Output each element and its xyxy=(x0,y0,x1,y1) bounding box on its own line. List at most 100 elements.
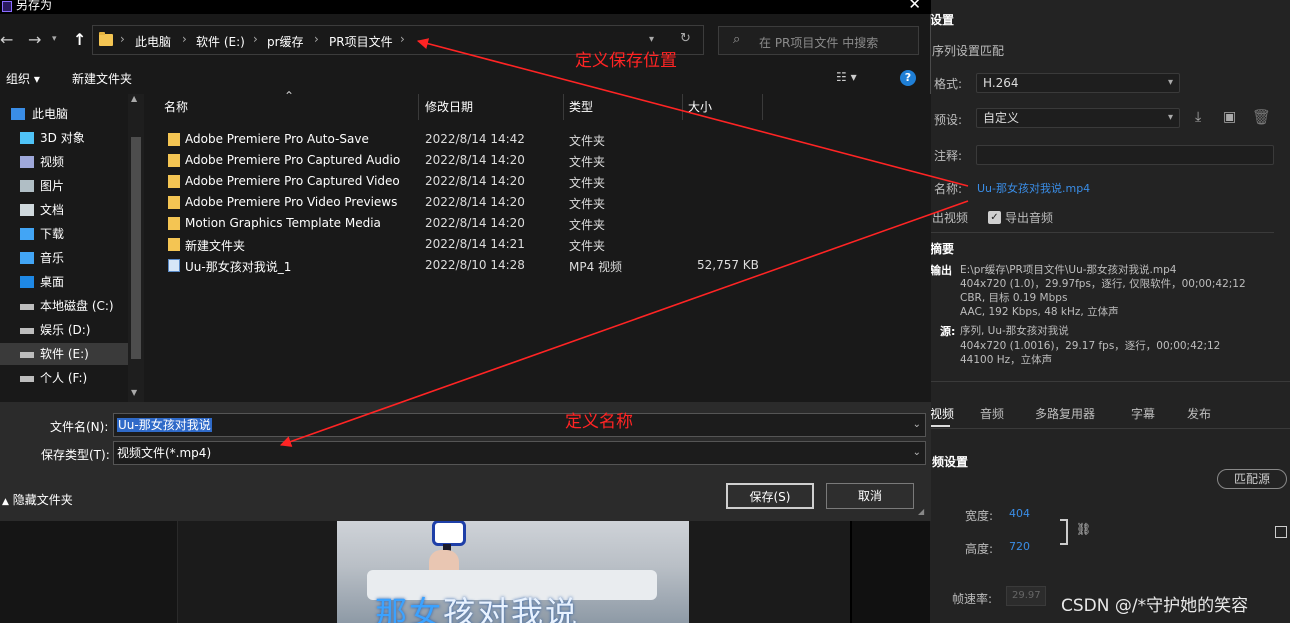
search-input[interactable]: ⌕ 在 PR项目文件 中搜索 xyxy=(718,26,919,55)
recent-chevron-icon[interactable]: ▾ xyxy=(52,34,57,44)
column-header-type[interactable]: 类型 xyxy=(565,94,683,120)
export-settings-panel: 设置 序列设置匹配 格式: H.264 ▾ 预设: 自定义 ▾ ⤓ ▣ 🗑 注释: … xyxy=(930,0,1290,623)
sidebar-item[interactable]: 桌面 xyxy=(0,271,128,293)
filetype-label: 保存类型(T): xyxy=(41,448,110,462)
tab-publish[interactable]: 发布 xyxy=(1187,405,1211,422)
search-icon: ⌕ xyxy=(733,32,741,47)
sidebar-item-label: 桌面 xyxy=(40,275,65,289)
save-preset-icon[interactable]: ▣ xyxy=(1223,109,1236,125)
breadcrumb-pr-project[interactable]: PR项目文件 xyxy=(329,33,393,50)
width-value[interactable]: 404 xyxy=(1009,507,1030,520)
import-preset-icon[interactable]: ⤓ xyxy=(1195,109,1201,125)
scroll-up-icon[interactable]: ▲ xyxy=(131,94,137,103)
file-name: Uu-那女孩对我说_1 xyxy=(185,260,292,274)
export-audio-checkbox[interactable]: ✓ xyxy=(988,211,1001,224)
format-dropdown[interactable]: H.264 ▾ xyxy=(976,73,1180,93)
file-row[interactable]: 新建文件夹 2022/8/14 14:21 文件夹 xyxy=(146,234,931,255)
file-row[interactable]: Adobe Premiere Pro Video Previews 2022/8/… xyxy=(146,192,931,213)
new-folder-button[interactable]: 新建文件夹 xyxy=(72,70,132,87)
tab-video[interactable]: 视频 xyxy=(930,405,954,422)
save-as-dialog: 另存为 ✕ ← → ▾ ↑ › 此电脑 › 软件 (E:) › pr缓存 › P… xyxy=(0,0,931,521)
refresh-icon[interactable]: ↻ xyxy=(680,31,691,46)
back-icon[interactable]: ← xyxy=(0,30,13,49)
source-summary-line: 44100 Hz，立体声 xyxy=(960,354,1053,366)
file-row[interactable]: Motion Graphics Template Media 2022/8/14 … xyxy=(146,213,931,234)
save-button[interactable]: 保存(S) xyxy=(726,483,814,509)
hide-folders-toggle[interactable]: ▲ 隐藏文件夹 xyxy=(2,491,73,508)
file-name: Adobe Premiere Pro Video Previews xyxy=(185,195,398,209)
file-date: 2022/8/14 14:20 xyxy=(425,195,525,209)
folder-icon xyxy=(99,32,113,46)
chevron-down-icon[interactable]: ⌄ xyxy=(913,442,921,464)
sidebar-item[interactable]: 下载 xyxy=(0,223,128,245)
column-header-date[interactable]: 修改日期 xyxy=(421,94,564,120)
tab-captions[interactable]: 字幕 xyxy=(1131,405,1155,422)
chevron-right-icon[interactable]: › xyxy=(120,32,125,46)
sidebar-item[interactable]: 视频 xyxy=(0,151,128,173)
up-icon[interactable]: ↑ xyxy=(73,30,86,49)
trash-icon[interactable]: 🗑 xyxy=(1252,108,1271,126)
sidebar-item[interactable]: 图片 xyxy=(0,175,128,197)
chevron-right-icon[interactable]: › xyxy=(314,32,319,46)
file-type: 文件夹 xyxy=(569,176,606,190)
comment-field[interactable] xyxy=(976,145,1274,165)
file-row[interactable]: Adobe Premiere Pro Auto-Save 2022/8/14 14… xyxy=(146,129,931,150)
breadcrumb-this-pc[interactable]: 此电脑 xyxy=(135,33,171,50)
sidebar-item[interactable]: 3D 对象 xyxy=(0,127,128,149)
sidebar-item-label: 软件 (E:) xyxy=(40,347,89,361)
file-row[interactable]: Adobe Premiere Pro Captured Video 2022/8/… xyxy=(146,171,931,192)
close-icon[interactable]: ✕ xyxy=(908,0,921,13)
framerate-field[interactable]: 29.97 xyxy=(1006,586,1046,606)
column-header-name[interactable]: 名称 xyxy=(160,94,419,120)
help-icon[interactable]: ? xyxy=(900,70,916,86)
folder-icon xyxy=(168,133,180,146)
height-value[interactable]: 720 xyxy=(1009,540,1030,553)
chevron-down-icon[interactable]: ▾ xyxy=(649,34,654,45)
nav-scrollbar[interactable]: ▲ ▼ xyxy=(128,94,144,402)
resize-grip-icon[interactable]: ◢ xyxy=(918,507,924,516)
sidebar-item[interactable]: 软件 (E:) xyxy=(0,343,128,365)
sidebar-item[interactable]: 本地磁盘 (C:) xyxy=(0,295,128,317)
view-options-icon[interactable]: ☷ ▾ xyxy=(836,70,857,84)
divider xyxy=(930,232,1274,233)
cancel-button[interactable]: 取消 xyxy=(826,483,914,509)
chevron-right-icon[interactable]: › xyxy=(182,32,187,46)
aspect-checkbox[interactable] xyxy=(1275,526,1287,538)
chevron-right-icon[interactable]: › xyxy=(253,32,258,46)
height-label: 高度: xyxy=(965,542,994,556)
width-label: 宽度: xyxy=(965,509,994,523)
organize-menu[interactable]: 组织 ▾ xyxy=(6,70,40,87)
sidebar-item[interactable]: 个人 (F:) xyxy=(0,367,128,389)
tab-audio[interactable]: 音频 xyxy=(980,405,1004,422)
sidebar-item[interactable]: 音乐 xyxy=(0,247,128,269)
video-icon xyxy=(20,156,34,168)
file-list: ⌃ 名称 修改日期 类型 大小 Adobe Premiere Pro Auto-… xyxy=(146,89,931,402)
folder-icon xyxy=(168,238,180,251)
tab-multiplexer[interactable]: 多路复用器 xyxy=(1035,405,1095,422)
file-row[interactable]: Adobe Premiere Pro Captured Audio 2022/8/… xyxy=(146,150,931,171)
chain-link-icon[interactable]: ⛓ xyxy=(1076,522,1094,538)
scroll-thumb[interactable] xyxy=(131,137,141,359)
chevron-right-icon[interactable]: › xyxy=(400,32,405,46)
output-name-label: 名称: xyxy=(934,182,963,196)
filename-field[interactable]: Uu-那女孩对我说 ⌄ xyxy=(113,413,926,437)
sidebar-item[interactable]: 娱乐 (D:) xyxy=(0,319,128,341)
chevron-down-icon[interactable]: ⌄ xyxy=(913,414,921,436)
scroll-down-icon[interactable]: ▼ xyxy=(131,388,137,397)
preset-dropdown[interactable]: 自定义 ▾ xyxy=(976,108,1180,128)
filetype-dropdown[interactable]: 视频文件(*.mp4) ⌄ xyxy=(113,441,926,465)
sidebar-item[interactable]: 文档 xyxy=(0,199,128,221)
column-header-size[interactable]: 大小 xyxy=(684,94,763,120)
breadcrumb-drive-e[interactable]: 软件 (E:) xyxy=(196,33,245,50)
match-sequence-label[interactable]: 序列设置匹配 xyxy=(932,42,1004,59)
breadcrumb-pr-cache[interactable]: pr缓存 xyxy=(267,33,304,50)
forward-icon[interactable]: → xyxy=(28,30,41,49)
sidebar-item-label: 音乐 xyxy=(40,251,65,265)
sidebar-item[interactable]: 此电脑 xyxy=(0,103,128,125)
match-source-button[interactable]: 匹配源 xyxy=(1217,469,1287,489)
output-name-link[interactable]: Uu-那女孩对我说.mp4 xyxy=(977,180,1090,196)
file-row[interactable]: Uu-那女孩对我说_1 2022/8/10 14:28 MP4 视频 52,757 K… xyxy=(146,255,931,276)
framerate-label: 帧速率: xyxy=(952,592,993,606)
video-caption: 那女孩对我说 xyxy=(375,594,580,623)
file-name: 新建文件夹 xyxy=(185,239,246,253)
